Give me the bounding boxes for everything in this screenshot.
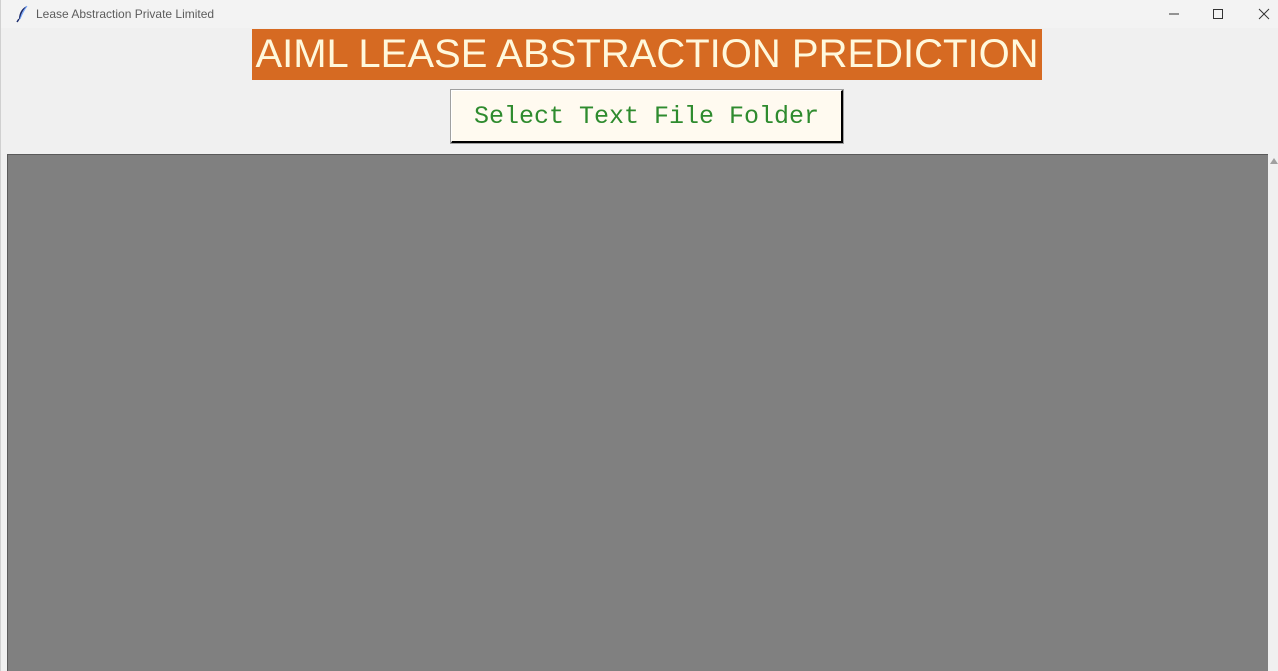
page-title-banner: AIML LEASE ABSTRACTION PREDICTION [252,29,1042,80]
feather-icon [15,5,31,23]
scroll-up-arrow-icon[interactable] [1270,158,1278,164]
select-text-file-folder-button[interactable]: Select Text File Folder [450,89,844,144]
close-button[interactable] [1241,0,1278,28]
minimize-button[interactable] [1151,0,1197,28]
minimize-icon [1168,8,1180,20]
maximize-icon [1212,8,1224,20]
title-bar[interactable]: Lease Abstraction Private Limited [1,0,1278,28]
window-title: Lease Abstraction Private Limited [36,7,215,21]
maximize-button[interactable] [1195,0,1241,28]
output-canvas [7,154,1268,671]
vertical-scrollbar[interactable] [1268,154,1278,671]
app-window: Lease Abstraction Private Limited AIML L… [0,0,1278,671]
close-icon [1258,8,1270,20]
